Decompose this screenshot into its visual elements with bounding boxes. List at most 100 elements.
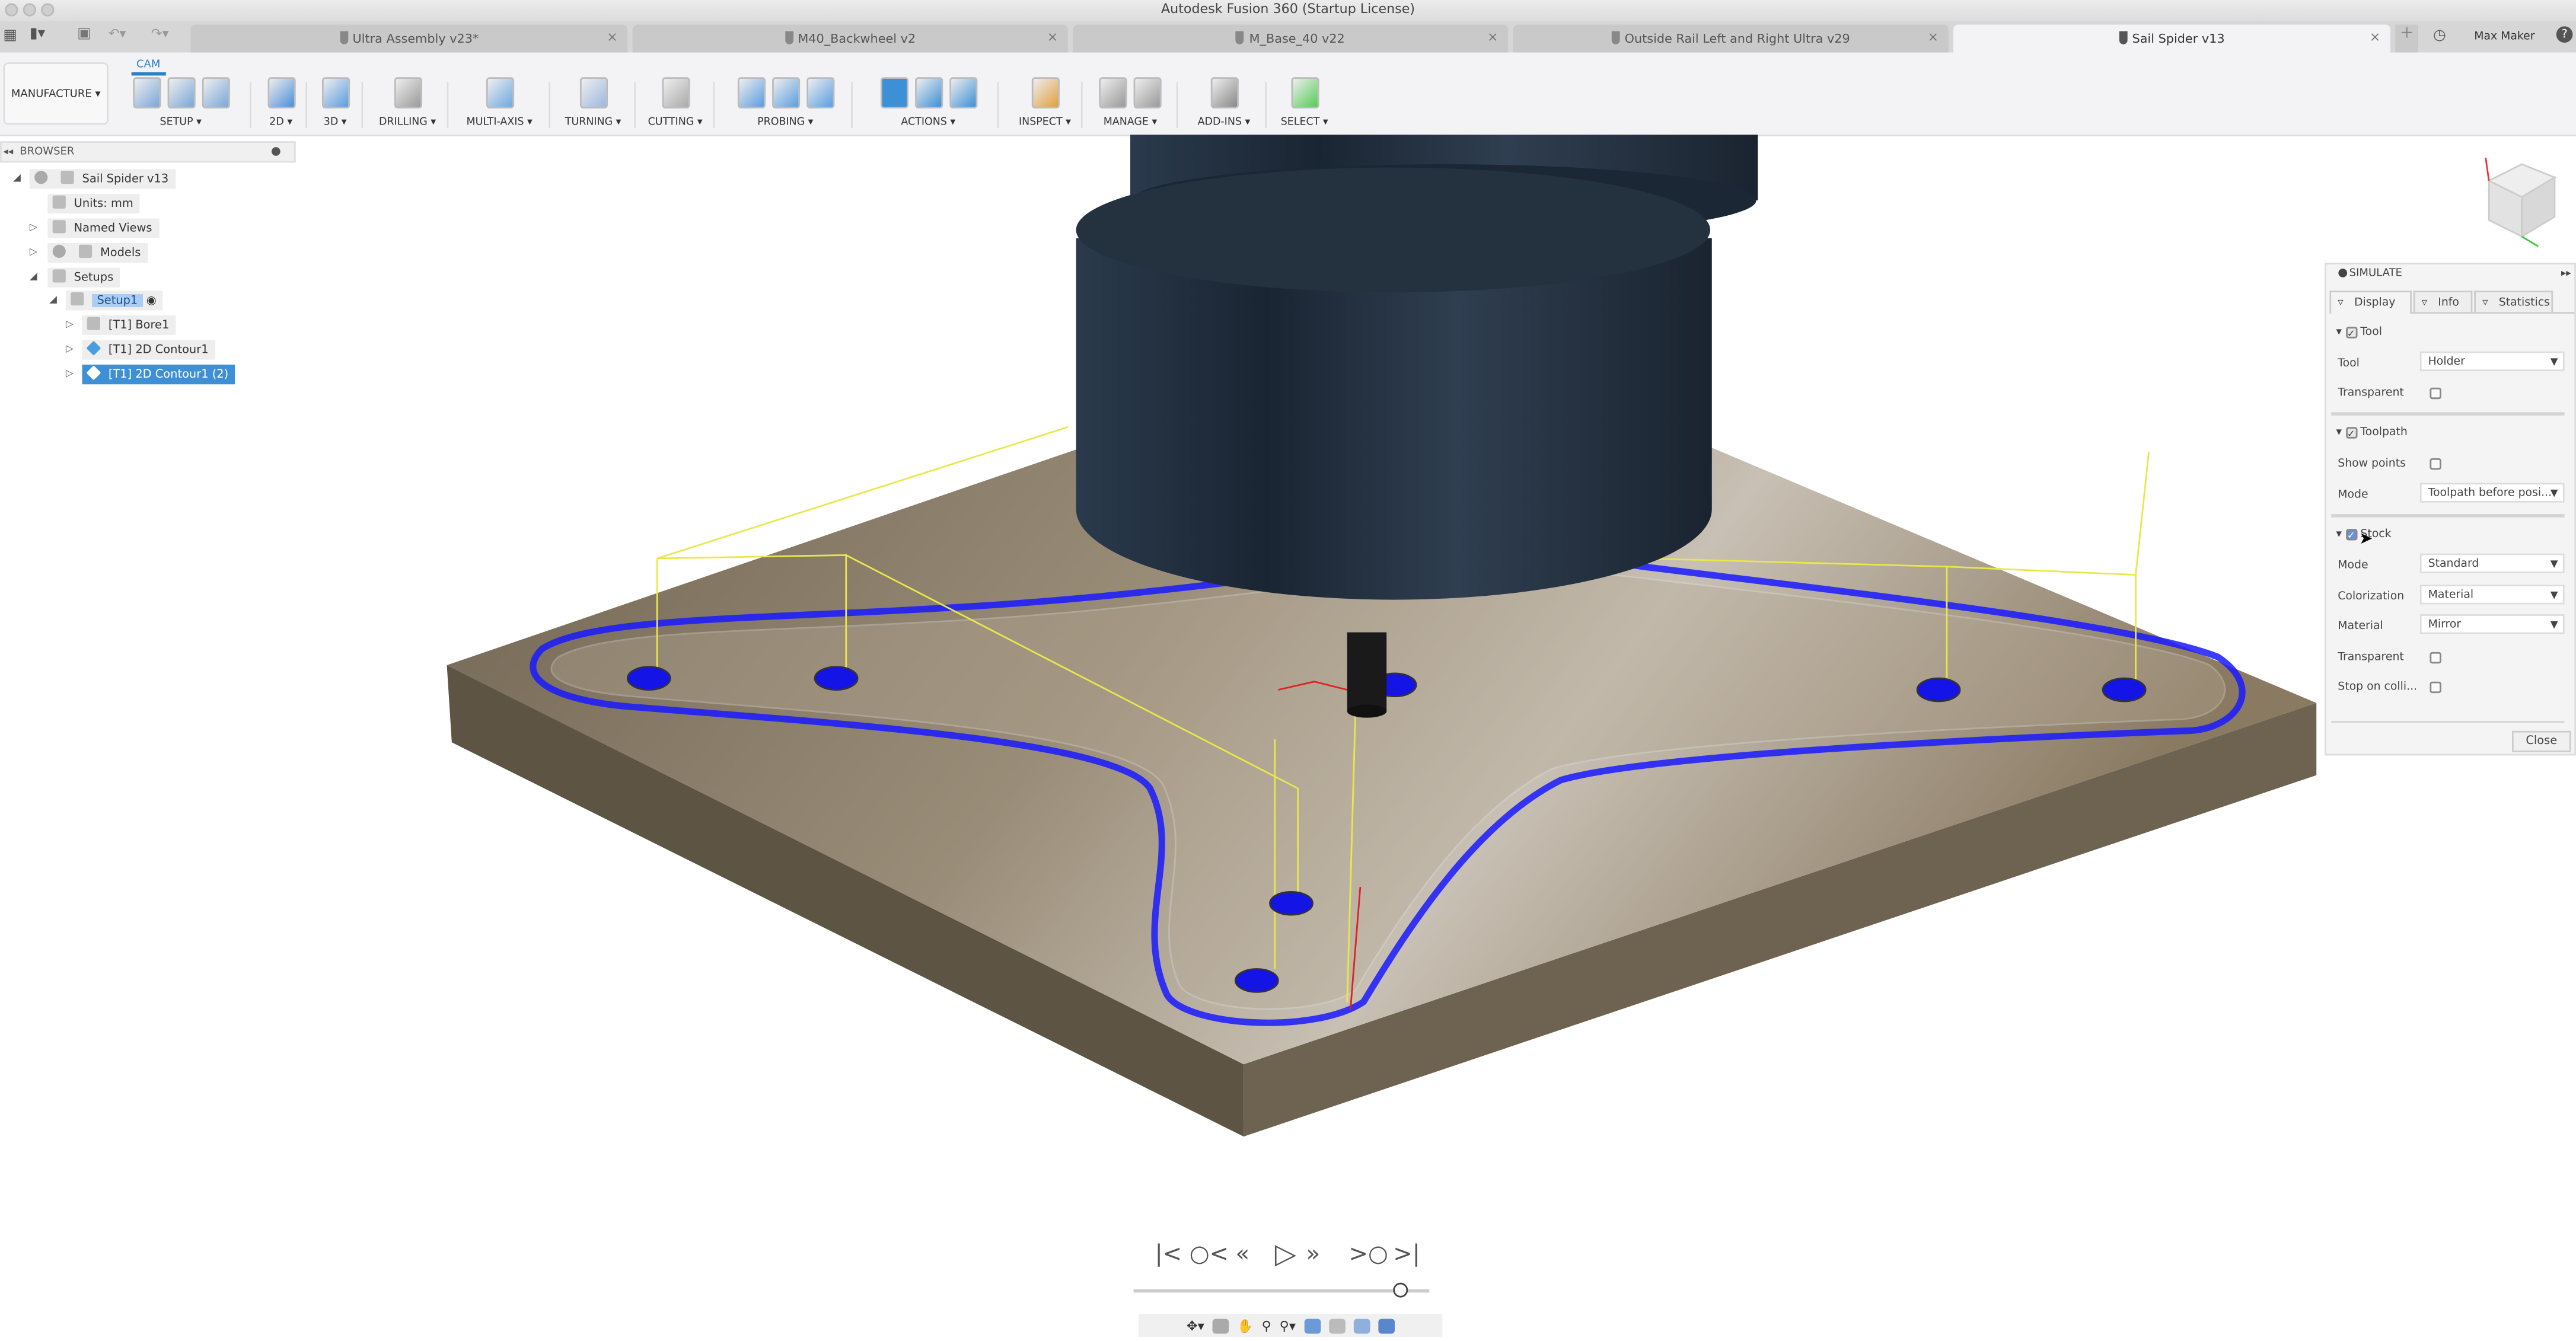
tab-sail-spider[interactable]: Sail Spider v13 ×	[1953, 24, 2390, 53]
tree-item-box[interactable]: Setup1 ◉	[65, 290, 163, 311]
toolbar-group-label[interactable]: MANAGE ▾	[1088, 117, 1173, 128]
tree-item-box[interactable]: Sail Spider v13	[29, 169, 176, 189]
tab-cam[interactable]: CAM	[131, 58, 165, 76]
close-tab-icon[interactable]: ×	[1487, 30, 1499, 44]
scripts-icon[interactable]	[1210, 76, 1238, 108]
step-back-button[interactable]: «	[1235, 1241, 1249, 1267]
view-icon[interactable]	[1353, 1318, 1370, 1333]
new-setup-icon[interactable]	[132, 76, 161, 108]
collapse-browser-icon[interactable]: ◂◂	[4, 143, 14, 161]
turning-icon[interactable]	[579, 76, 607, 108]
play-button[interactable]: ▷	[1275, 1238, 1296, 1271]
tab-ultra-assembly[interactable]: Ultra Assembly v23* ×	[190, 24, 628, 53]
3d-viewport[interactable]	[0, 135, 2576, 1340]
probe-icon[interactable]	[771, 76, 799, 108]
stop-on-collision-checkbox[interactable]	[2430, 681, 2441, 694]
nc-program-icon[interactable]	[167, 76, 195, 108]
tree-item-box[interactable]: [T1] 2D Contour1 (2)	[82, 365, 235, 385]
toolpath-checkbox[interactable]: ✓	[2345, 427, 2357, 440]
collapse-icon[interactable]: ◢	[30, 268, 37, 288]
eye-icon[interactable]	[52, 244, 66, 258]
tree-item-box[interactable]: Units: mm	[47, 193, 140, 214]
measure-icon[interactable]	[1031, 76, 1059, 108]
pan-icon[interactable]: ✋	[1237, 1318, 1254, 1333]
toolpath-section-toggle[interactable]: ▾ ✓ Toolpath	[2336, 426, 2408, 440]
3d-adaptive-icon[interactable]	[321, 76, 349, 108]
tab-statistics[interactable]: ▿ Statistics	[2474, 290, 2553, 312]
go-to-start-button[interactable]: |<	[1155, 1241, 1182, 1267]
tree-item-box[interactable]: Named Views	[47, 218, 159, 238]
toolbar-group-label[interactable]: 3D ▾	[312, 117, 358, 128]
toolbar-group-label[interactable]: SETUP ▾	[115, 117, 247, 128]
display-settings-icon[interactable]	[1303, 1318, 1321, 1333]
expand-icon[interactable]: ▷	[66, 365, 74, 384]
close-tab-icon[interactable]: ×	[2370, 30, 2381, 44]
folder-icon[interactable]	[201, 76, 229, 108]
toolbar-group-label[interactable]: MULTI-AXIS ▾	[454, 117, 546, 128]
tree-item-box[interactable]: [T1] 2D Contour1	[82, 340, 215, 360]
post-process-icon[interactable]	[914, 76, 942, 108]
tree-item-box[interactable]: [T1] Bore1	[82, 315, 176, 336]
toolbar-group-label[interactable]: 2D ▾	[260, 117, 302, 128]
toolbar-group-label[interactable]: ACTIONS ▾	[862, 117, 994, 128]
expand-icon[interactable]: ▷	[30, 218, 37, 238]
expand-panel-icon[interactable]: ▸▸	[2561, 264, 2571, 282]
tab-m-base-40[interactable]: M_Base_40 v22 ×	[1073, 24, 1509, 53]
toolbar-group-label[interactable]: ADD-INS ▾	[1186, 117, 1261, 128]
grid-icon[interactable]	[1328, 1318, 1346, 1333]
zoom-window-icon[interactable]: ⚲▾	[1280, 1318, 1296, 1333]
pin-icon[interactable]: ●	[271, 143, 281, 161]
stock-mode-select[interactable]: Standard ▼	[2419, 553, 2565, 573]
workspace-switcher[interactable]: MANUFACTURE ▾	[3, 62, 109, 125]
cutting-icon[interactable]	[661, 76, 690, 108]
redo-icon[interactable]: ↷▾	[151, 26, 169, 41]
toolbar-group-label[interactable]: PROBING ▾	[723, 117, 848, 128]
wcs-probe-icon[interactable]	[737, 76, 765, 108]
tab-info[interactable]: ▿ Info	[2413, 290, 2473, 312]
new-tab-button[interactable]: +	[2395, 24, 2419, 53]
close-tab-icon[interactable]: ×	[1047, 30, 1059, 44]
stock-transparent-checkbox[interactable]	[2430, 652, 2441, 664]
stock-checkbox[interactable]: ✓	[2345, 529, 2357, 542]
zoom-icon[interactable]: ⚲	[1262, 1318, 1271, 1333]
orbit-icon[interactable]: ✥▾	[1187, 1318, 1204, 1333]
toolbar-group-label[interactable]: INSPECT ▾	[1012, 117, 1078, 128]
expand-icon[interactable]: ▷	[66, 315, 74, 335]
grid-menu-icon[interactable]: ▦	[4, 28, 18, 44]
toolbar-group-label[interactable]: SELECT ▾	[1275, 117, 1334, 128]
help-icon[interactable]: ?	[2556, 26, 2573, 43]
probe-geometry-icon[interactable]	[805, 76, 834, 108]
save-icon[interactable]: ▣	[77, 26, 91, 43]
colorization-select[interactable]: Material ▼	[2419, 585, 2565, 605]
environment-icon[interactable]	[1378, 1318, 1395, 1333]
close-tab-icon[interactable]: ×	[607, 30, 618, 44]
select-icon[interactable]	[1290, 76, 1319, 108]
tool-library-icon[interactable]	[1099, 76, 1127, 108]
next-operation-button[interactable]: >○	[1348, 1241, 1388, 1267]
tree-item-box[interactable]: Models	[47, 243, 148, 263]
toolbar-group-label[interactable]: DRILLING ▾	[371, 117, 444, 128]
go-to-end-button[interactable]: >|	[1393, 1241, 1420, 1267]
toolpath-mode-select[interactable]: Toolpath before posi... ▼	[2419, 483, 2565, 503]
tab-m40-backwheel[interactable]: M40_Backwheel v2 ×	[632, 24, 1068, 53]
task-manager-icon[interactable]	[1133, 76, 1162, 108]
tree-item-box[interactable]: Setups	[47, 267, 120, 288]
user-name[interactable]: Max Maker	[2474, 30, 2534, 43]
look-at-icon[interactable]	[1212, 1318, 1229, 1333]
eye-icon[interactable]	[34, 171, 48, 184]
viewcube[interactable]	[2472, 151, 2562, 250]
expand-icon[interactable]: ▷	[66, 340, 74, 359]
tool-transparent-checkbox[interactable]	[2430, 387, 2441, 400]
expand-icon[interactable]: ▷	[30, 243, 37, 263]
2d-pocket-icon[interactable]	[267, 76, 295, 108]
tool-checkbox[interactable]: ✓	[2345, 327, 2357, 340]
close-tab-icon[interactable]: ×	[1928, 30, 1939, 44]
tool-display-select[interactable]: Holder ▼	[2419, 351, 2565, 372]
undo-icon[interactable]: ↶▾	[109, 26, 126, 41]
tab-outside-rail[interactable]: Outside Rail Left and Right Ultra v29 ×	[1513, 24, 1949, 53]
drill-icon[interactable]	[393, 76, 422, 108]
tab-display[interactable]: ▿ Display	[2329, 290, 2412, 314]
show-points-checkbox[interactable]	[2430, 458, 2441, 470]
close-button[interactable]: Close	[2511, 730, 2571, 752]
toolbar-group-label[interactable]: TURNING ▾	[555, 117, 630, 128]
